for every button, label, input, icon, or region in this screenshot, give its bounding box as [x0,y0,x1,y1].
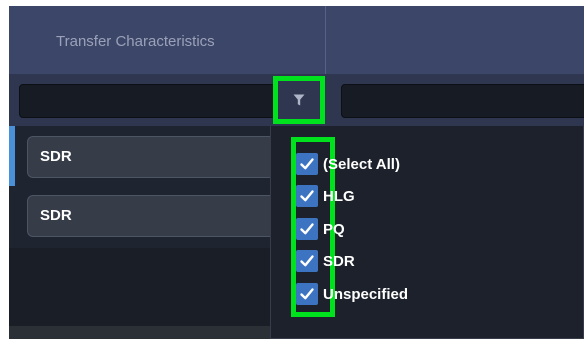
filter-option-select-all[interactable]: (Select All) [296,151,400,177]
checkmark-icon [300,288,314,300]
transfer-characteristics-cell[interactable]: SDR [27,195,279,237]
cell-value: SDR [40,207,72,224]
filter-option-label: SDR [323,252,355,270]
filter-icon [293,94,305,106]
checkmark-icon [300,190,314,202]
column-filter-button[interactable] [273,76,325,124]
filter-option-pq[interactable]: PQ [296,216,345,242]
grid-header: Transfer Characteristics [9,6,584,74]
filter-row [9,74,584,126]
filter-option-unspecified[interactable]: Unspecified [296,281,408,307]
row-selection-indicator [9,126,15,186]
transfer-characteristics-cell[interactable]: SDR [27,136,279,178]
filter-option-sdr[interactable]: SDR [296,248,355,274]
column-header-label: Transfer Characteristics [56,33,215,50]
column-header-transfer-characteristics[interactable]: Transfer Characteristics [9,6,326,74]
column-header-next[interactable] [326,6,584,74]
checkmark-icon [300,223,314,235]
next-column-filter-input[interactable] [341,84,584,118]
filter-option-label: (Select All) [323,155,400,173]
checkbox[interactable] [296,218,318,240]
checkbox[interactable] [296,185,318,207]
checkmark-icon [300,255,314,267]
cell-value: SDR [40,148,72,165]
checkbox[interactable] [296,250,318,272]
filter-option-label: Unspecified [323,285,409,303]
filter-option-label: HLG [323,187,355,205]
column-filter-input[interactable] [19,84,277,118]
checkbox[interactable] [296,153,318,175]
filter-option-hlg[interactable]: HLG [296,183,355,209]
grid-panel: Transfer Characteristics SDR SDR (Select… [9,6,584,339]
checkmark-icon [300,158,314,170]
filter-option-label: PQ [323,220,345,238]
filter-dropdown: (Select All) HLG PQ SDR Unspecified [270,126,584,339]
checkbox[interactable] [296,283,318,305]
